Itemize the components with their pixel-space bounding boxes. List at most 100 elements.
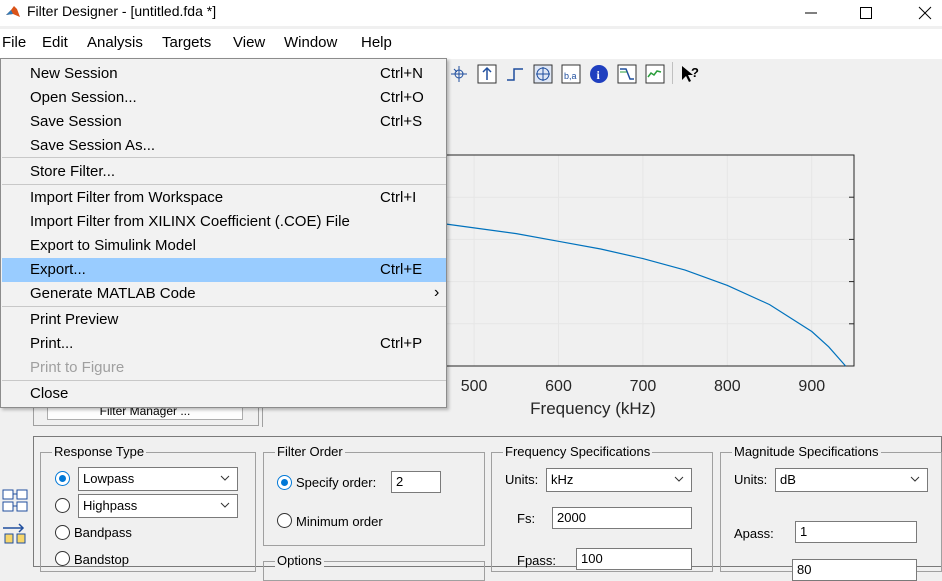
minimize-button[interactable]	[788, 0, 834, 26]
response-type-title: Response Type	[52, 444, 147, 459]
filter-order-group	[263, 452, 485, 546]
realize-model-icon[interactable]	[1, 522, 29, 546]
menu-item-label: Print to Figure	[30, 359, 125, 376]
filter-order-title: Filter Order	[275, 444, 345, 459]
menu-edit[interactable]: Edit	[42, 34, 68, 51]
phase-response-icon[interactable]	[645, 64, 665, 84]
menu-separator	[2, 157, 446, 158]
lowpass-select-value: Lowpass	[83, 471, 135, 486]
lowpass-select[interactable]: Lowpass	[78, 467, 238, 491]
menu-item-shortcut: Ctrl+I	[380, 189, 417, 206]
menu-item-label: Save Session As...	[30, 137, 156, 154]
close-window-button[interactable]	[902, 0, 942, 26]
design-filter-icon[interactable]	[1, 488, 29, 514]
menu-item-label: Generate MATLAB Code	[30, 285, 196, 302]
menu-analysis[interactable]: Analysis	[87, 34, 143, 51]
menu-item-close[interactable]: Close	[2, 382, 446, 406]
chevron-down-icon	[674, 476, 684, 482]
bandstop-radio[interactable]	[55, 551, 70, 566]
menu-item-shortcut: Ctrl+N	[380, 65, 423, 82]
highpass-radio[interactable]	[55, 498, 70, 513]
lowpass-radio[interactable]	[55, 471, 70, 486]
fs-label: Fs:	[517, 511, 536, 526]
menu-item-export-simulink[interactable]: Export to Simulink Model	[2, 234, 446, 258]
file-menu: New Session Ctrl+N Open Session... Ctrl+…	[0, 58, 447, 408]
pole-zero-icon[interactable]	[449, 64, 469, 84]
menu-item-print-preview[interactable]: Print Preview	[2, 308, 446, 332]
menu-item-store-filter[interactable]: Store Filter...	[2, 160, 446, 184]
x-tick-label: 800	[714, 378, 741, 395]
freq-units-select[interactable]: kHz	[546, 468, 692, 492]
menu-help[interactable]: Help	[361, 34, 392, 51]
mag-units-select[interactable]: dB	[775, 468, 928, 492]
maximize-button[interactable]	[843, 0, 889, 26]
submenu-arrow-icon: ›	[434, 284, 440, 301]
bandpass-label: Bandpass	[74, 525, 132, 540]
options-title: Options	[275, 553, 324, 568]
apass-input[interactable]: 1	[795, 521, 917, 543]
minimum-order-label: Minimum order	[296, 514, 383, 529]
bandpass-radio[interactable]	[55, 525, 70, 540]
menu-item-label: Import Filter from XILINX Coefficient (.…	[30, 213, 350, 230]
svg-text:?: ?	[691, 65, 699, 80]
menu-view[interactable]: View	[233, 34, 265, 51]
menu-item-print-to-figure: Print to Figure	[2, 356, 446, 380]
order-input[interactable]: 2	[391, 471, 441, 493]
fpass-label: Fpass:	[517, 553, 557, 568]
menu-item-label: Close	[30, 385, 69, 402]
menu-targets[interactable]: Targets	[162, 34, 211, 51]
menu-item-open-session[interactable]: Open Session... Ctrl+O	[2, 86, 446, 110]
maximize-icon	[860, 7, 872, 19]
menu-separator	[2, 306, 446, 307]
highpass-select[interactable]: Highpass	[78, 494, 238, 518]
menu-item-print[interactable]: Print... Ctrl+P	[2, 332, 446, 356]
menu-file[interactable]: File	[2, 34, 26, 51]
x-tick-label: 500	[461, 378, 488, 395]
chevron-down-icon	[220, 475, 230, 481]
magnitude-specs-title: Magnitude Specifications	[732, 444, 881, 459]
svg-text:b,a: b,a	[564, 71, 577, 81]
fs-input[interactable]: 2000	[552, 507, 692, 529]
impulse-response-icon[interactable]	[477, 64, 497, 84]
menu-item-shortcut: Ctrl+P	[380, 335, 423, 352]
x-tick-label: 700	[630, 378, 657, 395]
x-tick-label: 900	[798, 378, 825, 395]
menu-item-save-session[interactable]: Save Session Ctrl+S	[2, 110, 446, 134]
chevron-down-icon	[910, 476, 920, 482]
coefficients-icon[interactable]: b,a	[561, 64, 581, 84]
menu-item-shortcut: Ctrl+S	[380, 113, 423, 130]
frequency-specs-title: Frequency Specifications	[503, 444, 653, 459]
menu-item-label: Store Filter...	[30, 163, 116, 180]
whats-this-icon[interactable]: ?	[680, 64, 700, 84]
freq-units-value: kHz	[551, 472, 574, 487]
mag-units-label: Units:	[734, 472, 768, 487]
menu-item-label: New Session	[30, 65, 118, 82]
close-icon	[918, 6, 932, 20]
menu-item-export[interactable]: Export... Ctrl+E	[2, 258, 446, 282]
menu-item-new-session[interactable]: New Session Ctrl+N	[2, 62, 446, 86]
menu-item-label: Export to Simulink Model	[30, 237, 196, 254]
menu-window[interactable]: Window	[284, 34, 337, 51]
menu-separator	[2, 380, 446, 381]
minimum-order-radio[interactable]	[277, 513, 292, 528]
window-title: Filter Designer - [untitled.fda *]	[27, 3, 217, 19]
magnitude-response-icon[interactable]	[617, 64, 637, 84]
menu-item-label: Save Session	[30, 113, 122, 130]
specify-order-radio[interactable]	[277, 475, 292, 490]
menu-item-save-session-as[interactable]: Save Session As...	[2, 134, 446, 158]
menu-item-import-coe[interactable]: Import Filter from XILINX Coefficient (.…	[2, 210, 446, 234]
target-icon[interactable]	[533, 64, 553, 84]
menu-item-import-workspace[interactable]: Import Filter from Workspace Ctrl+I	[2, 186, 446, 210]
apass-label: Apass:	[734, 526, 774, 541]
astop-input[interactable]: 80	[792, 559, 917, 581]
bandstop-label: Bandstop	[74, 552, 129, 567]
step-response-icon[interactable]	[505, 64, 525, 84]
menu-separator	[2, 184, 446, 185]
info-icon[interactable]: i	[589, 64, 609, 84]
menu-item-generate-matlab-code[interactable]: Generate MATLAB Code ›	[2, 282, 446, 306]
x-tick-label: 600	[545, 378, 572, 395]
matlab-logo-icon	[6, 6, 20, 17]
freq-units-label: Units:	[505, 472, 539, 487]
minimize-icon	[805, 12, 817, 14]
menu-item-label: Print Preview	[30, 311, 119, 328]
